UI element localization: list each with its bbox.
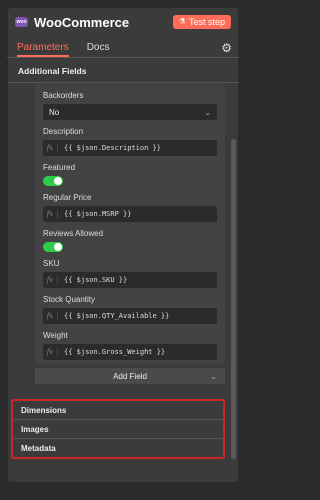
regular-price-input[interactable]: fx {{ $json.MSRP }} (43, 206, 217, 222)
stock-quantity-value: {{ $json.QTY_Available }} (64, 312, 170, 320)
add-field-button[interactable]: Add Field ⌄ (35, 368, 225, 384)
scrollbar[interactable] (231, 139, 236, 459)
tab-docs[interactable]: Docs (87, 42, 110, 57)
add-field-label: Add Field (113, 371, 147, 381)
description-input[interactable]: fx {{ $json.Description }} (43, 140, 217, 156)
toggle-knob (54, 177, 62, 185)
panel-header: woo WooCommerce ⚗ Test step (7, 7, 239, 37)
expression-icon: fx (43, 348, 58, 356)
woocommerce-logo-icon: woo (15, 17, 28, 27)
group-metadata[interactable]: Metadata (13, 439, 223, 457)
flask-icon: ⚗ (178, 17, 186, 26)
group-images[interactable]: Images (13, 420, 223, 439)
regular-price-label: Regular Price (43, 193, 92, 202)
sku-label: SKU (43, 259, 60, 268)
chevron-down-icon: ⌄ (210, 371, 217, 381)
backorders-value: No (49, 107, 60, 117)
weight-value: {{ $json.Gross_Weight }} (64, 348, 166, 356)
toggle-knob (54, 243, 62, 251)
additional-fields-list: Backorders No ⌄ Description fx {{ $json.… (35, 83, 225, 364)
expression-icon: fx (43, 276, 58, 284)
weight-input[interactable]: fx {{ $json.Gross_Weight }} (43, 344, 217, 360)
collapsed-field-groups: Dimensions Images Metadata (11, 399, 225, 459)
expression-icon: fx (43, 312, 58, 320)
reviews-allowed-toggle[interactable] (43, 242, 63, 252)
additional-fields-title[interactable]: Additional Fields (7, 58, 239, 83)
expression-icon: fx (43, 210, 58, 218)
chevron-down-icon: ⌄ (204, 107, 211, 117)
test-step-label: Test step (188, 17, 225, 27)
reviews-allowed-label: Reviews Allowed (43, 229, 104, 238)
weight-label: Weight (43, 331, 68, 340)
tab-bar: Parameters Docs ⚙ (7, 37, 239, 58)
sku-value: {{ $json.SKU }} (64, 276, 128, 284)
backorders-label: Backorders (43, 91, 84, 100)
backorders-select[interactable]: No ⌄ (43, 104, 217, 120)
tab-parameters[interactable]: Parameters (17, 42, 69, 57)
gear-icon[interactable]: ⚙ (221, 41, 232, 55)
test-step-button[interactable]: ⚗ Test step (172, 15, 231, 29)
node-title[interactable]: WooCommerce (34, 15, 129, 30)
expression-icon: fx (43, 144, 58, 152)
description-value: {{ $json.Description }} (64, 144, 161, 152)
description-label: Description (43, 127, 84, 136)
sku-input[interactable]: fx {{ $json.SKU }} (43, 272, 217, 288)
featured-label: Featured (43, 163, 76, 172)
featured-toggle[interactable] (43, 176, 63, 186)
regular-price-value: {{ $json.MSRP }} (64, 210, 132, 218)
stock-quantity-input[interactable]: fx {{ $json.QTY_Available }} (43, 308, 217, 324)
stock-quantity-label: Stock Quantity (43, 295, 96, 304)
node-panel: woo WooCommerce ⚗ Test step Parameters D… (7, 7, 239, 483)
group-dimensions[interactable]: Dimensions (13, 401, 223, 420)
